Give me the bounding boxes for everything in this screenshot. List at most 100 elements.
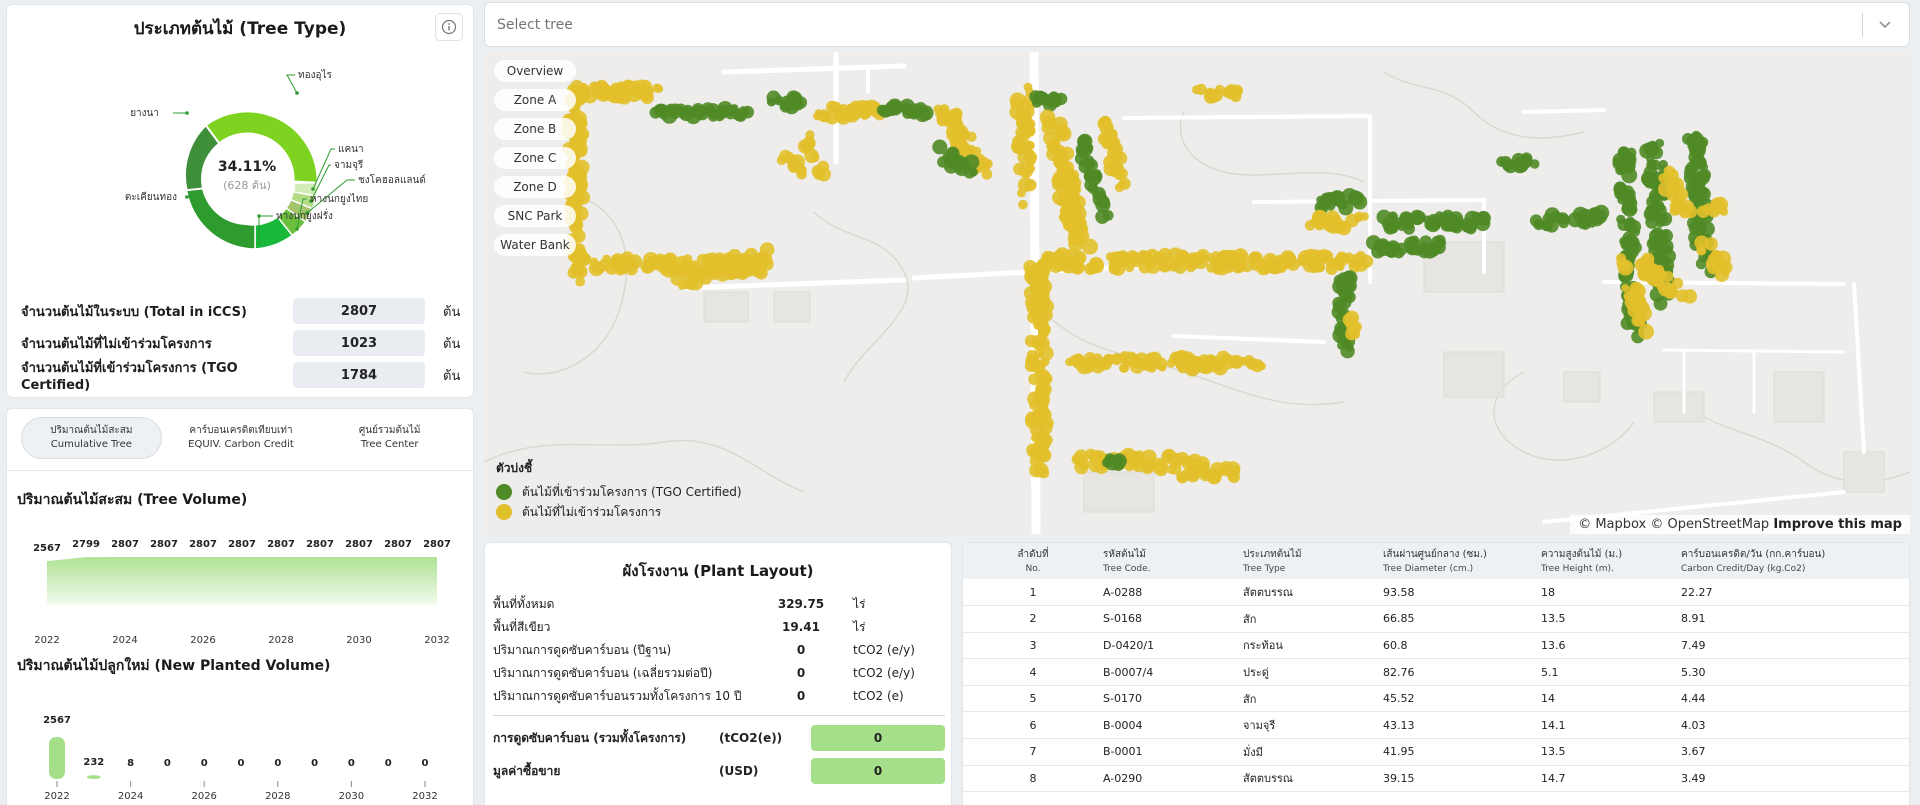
stat-row-not-joined: จำนวนต้นไม้ที่ไม่เข้าร่วมโครงการ 1023 ต้… — [21, 329, 461, 357]
tab-carbon-credit[interactable]: คาร์บอนเครดิตเทียบเท่า EQUIV. Carbon Cre… — [172, 417, 311, 459]
donut-label-chamchuri: จามจุรี — [334, 159, 364, 171]
column-header-code[interactable]: รหัสต้นไม้ Tree Code. — [1103, 543, 1243, 579]
map-legend: ตัวบ่งชี้ ต้นไม้ที่เข้าร่วมโครงการ (TGO … — [496, 459, 742, 522]
volume-data-label: 2807 — [423, 539, 451, 550]
plant-row-unit: ไร่ — [853, 596, 866, 611]
volume-card: ปริมาณต้นไม้สะสม Cumulative Tree คาร์บอน… — [6, 408, 474, 805]
table-cell: 6 — [963, 711, 1103, 740]
table-row[interactable]: 1 A-0288 สัตตบรรณ 93.58 18 22.27 — [963, 579, 1909, 607]
stat-unit: ต้น — [443, 368, 461, 384]
column-header-diameter[interactable]: เส้นผ่านศูนย์กลาง (ซม.) Tree Diameter (cm… — [1383, 543, 1541, 579]
plant-row-unit: tCO2 (e/y) — [853, 643, 915, 657]
table-cell: 45.52 — [1383, 685, 1541, 713]
header-en: Carbon Credit/Day (kg.Co2) — [1681, 564, 1806, 574]
planted-data-label: 8 — [127, 758, 134, 769]
volume-x-tick: 2030 — [346, 635, 371, 646]
plant-divider — [493, 715, 945, 716]
new-planted-chart: 2567 232 8 0 0 0 0 0 0 0 0 2022 2024 2026 2028 2030 2032 — [43, 715, 438, 802]
stat-row-certified: จำนวนต้นไม้ที่เข้าร่วมโครงการ (TGO Certi… — [21, 361, 461, 393]
table-cell: 4.44 — [1681, 685, 1909, 713]
tree-volume-chart: 2567 2799 2807 2807 2807 2807 2807 2807 2807 2807… — [33, 539, 451, 646]
table-cell: S-0168 — [1103, 605, 1243, 633]
table-row[interactable]: 2 S-0168 สัก 66.85 13.5 8.91 — [963, 605, 1909, 633]
volume-data-label: 2807 — [345, 539, 373, 550]
zone-button-b[interactable]: Zone B — [494, 118, 576, 140]
column-header-type[interactable]: ประเภทต้นไม้ Tree Type — [1243, 543, 1383, 579]
table-cell: สัก — [1243, 605, 1383, 633]
attribution-text[interactable]: © Mapbox © OpenStreetMap — [1578, 517, 1769, 532]
tab-cumulative-tree[interactable]: ปริมาณต้นไม้สะสม Cumulative Tree — [21, 417, 162, 459]
volume-x-tick: 2026 — [190, 635, 215, 646]
plant-row: ปริมาณการดูดซับคาร์บอน (ปีฐาน) 0 tCO2 (e… — [493, 639, 943, 661]
stat-row-total: จำนวนต้นไม้ในระบบ (Total in iCCS) 2807 ต… — [21, 297, 461, 325]
column-header-carbon[interactable]: คาร์บอนเครดิต/วัน (กก.คาร์บอน) Carbon Cre… — [1681, 543, 1909, 579]
planted-bar[interactable] — [49, 737, 65, 779]
total-label: มูลค่าซื้อขาย — [493, 763, 561, 778]
table-cell: D-0420/1 — [1103, 632, 1243, 660]
tree-map[interactable]: Overview Zone A Zone B Zone C Zone D SNC… — [484, 52, 1910, 534]
chevron-down-icon[interactable] — [1873, 13, 1897, 37]
planted-bar[interactable] — [86, 775, 101, 779]
volume-x-tick: 2022 — [34, 635, 59, 646]
table-row[interactable]: 5 S-0170 สัก 45.52 14 4.44 — [963, 685, 1909, 713]
table-cell: ประดู่ — [1243, 658, 1383, 686]
column-header-height[interactable]: ความสูงต้นไม้ (ม.) Tree Height (m). — [1541, 543, 1681, 579]
zone-button-d[interactable]: Zone D — [494, 176, 576, 198]
plant-row-value: 19.41 — [782, 620, 820, 634]
table-cell: 43.13 — [1383, 711, 1541, 740]
header-th: คาร์บอนเครดิต/วัน (กก.คาร์บอน) — [1681, 549, 1826, 560]
stat-label: จำนวนต้นไม้ที่เข้าร่วมโครงการ (TGO Certi… — [21, 361, 238, 393]
table-cell: 2 — [963, 605, 1103, 633]
table-row[interactable]: 6 B-0004 จามจุรี 43.13 14.1 4.03 — [963, 711, 1909, 740]
planted-data-label: 0 — [385, 758, 392, 769]
zone-button-c[interactable]: Zone C — [494, 147, 576, 169]
table-cell: 66.85 — [1383, 605, 1541, 633]
zone-button-water-bank[interactable]: Water Bank — [494, 234, 576, 256]
planted-data-label: 0 — [238, 758, 245, 769]
plant-row: พื้นที่ทั้งหมด 329.75 ไร่ — [493, 593, 943, 615]
improve-map-link[interactable]: Improve this map — [1773, 517, 1902, 532]
table-row[interactable]: 4 B-0007/4 ประดู่ 82.76 5.1 5.30 — [963, 658, 1909, 686]
tree-select-input[interactable] — [497, 3, 1797, 46]
planted-x-tick: 2024 — [118, 791, 143, 802]
volume-data-label: 2567 — [33, 543, 61, 554]
table-cell: 8.91 — [1681, 605, 1909, 633]
table-cell: A-0288 — [1103, 579, 1243, 607]
table-cell: 18 — [1541, 579, 1681, 607]
stat-value: 1023 — [293, 330, 425, 356]
table-row[interactable]: 8 A-0290 สัตตบรรณ 39.15 14.7 3.49 — [963, 765, 1909, 793]
table-cell: 14 — [1541, 685, 1681, 713]
zone-button-overview[interactable]: Overview — [494, 60, 576, 82]
donut-label-hangnokyungthai: หางนกยูงไทย — [310, 193, 368, 205]
tab-label-en: Tree Center — [360, 439, 419, 450]
stat-value: 2807 — [293, 298, 425, 324]
table-cell: 13.5 — [1541, 605, 1681, 633]
donut-label-yangna: ยางนา — [130, 108, 159, 119]
info-icon[interactable] — [435, 13, 463, 41]
tab-tree-center[interactable]: ศูนย์รวมต้นไม้ Tree Center — [320, 417, 459, 459]
plant-layout-card: ผังโรงงาน (Plant Layout) พื้นที่ทั้งหมด … — [484, 542, 952, 805]
table-header-row: ลำดับที่ No. รหัสต้นไม้ Tree Code. ประเภทต… — [963, 543, 1909, 579]
table-cell: 8 — [963, 765, 1103, 793]
planted-data-label: 0 — [164, 758, 171, 769]
tree-select[interactable] — [484, 2, 1910, 47]
table-row[interactable]: 7 B-0001 มั่งมี 41.95 13.5 3.67 — [963, 738, 1909, 766]
tab-label-th: ปริมาณต้นไม้สะสม — [50, 425, 133, 436]
zone-button-a[interactable]: Zone A — [494, 89, 576, 111]
zone-button-snc-park[interactable]: SNC Park — [494, 205, 576, 227]
table-cell: 5.30 — [1681, 658, 1909, 686]
volume-area — [47, 557, 437, 605]
table-cell: B-0001 — [1103, 738, 1243, 766]
planted-x-tick: 2030 — [339, 791, 364, 802]
plant-row: ปริมาณการดูดซับคาร์บอนรวมทั้งโครงการ 10 … — [493, 685, 943, 707]
planted-data-label: 0 — [274, 758, 281, 769]
column-header-no[interactable]: ลำดับที่ No. — [963, 543, 1103, 579]
table-cell: 3 — [963, 632, 1103, 660]
table-row[interactable]: 3 D-0420/1 กระท้อน 60.8 13.6 7.49 — [963, 632, 1909, 660]
tree-volume-title: ปริมาณต้นไม้สะสม (Tree Volume) — [17, 492, 248, 508]
table-cell: จามจุรี — [1243, 711, 1383, 740]
table-cell: A-0290 — [1103, 765, 1243, 793]
tree-type-card: ประเภทต้นไม้ (Tree Type) 34.11% (628 ต้น… — [6, 4, 474, 398]
planted-data-label: 0 — [201, 758, 208, 769]
table-cell: 13.6 — [1541, 632, 1681, 660]
